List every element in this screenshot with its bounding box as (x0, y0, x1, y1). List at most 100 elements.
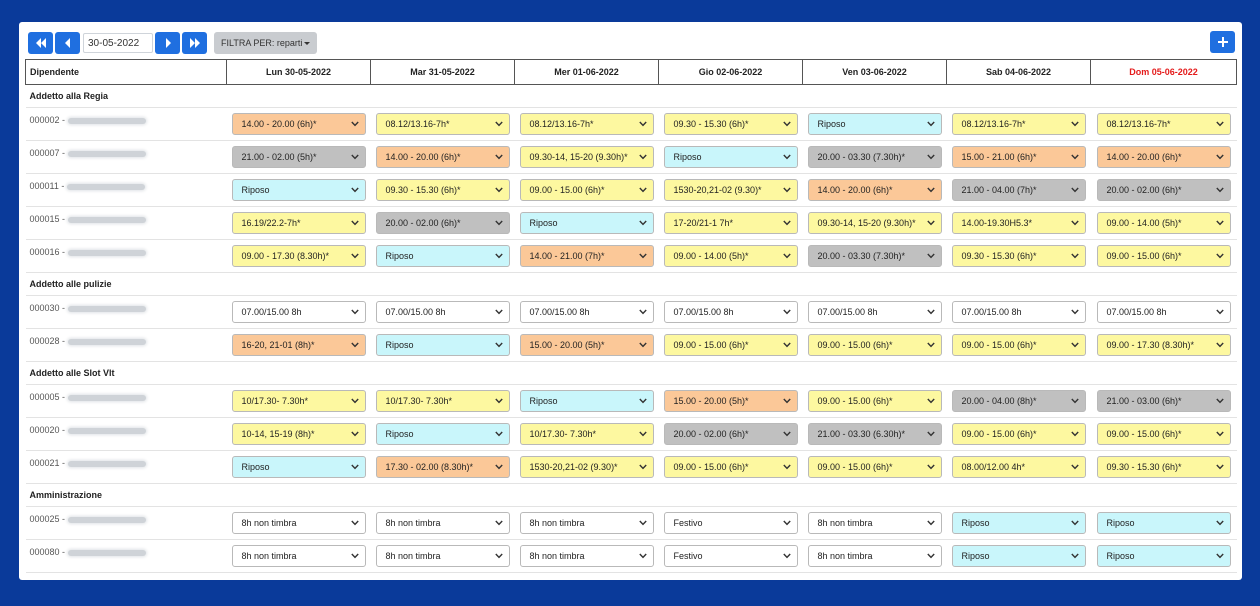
shift-select[interactable]: 16.19/22.2-7h* (231, 212, 366, 234)
shift-select[interactable]: 09.00 - 15.00 (6h)* (519, 179, 654, 201)
shift-select[interactable]: Riposo (1096, 545, 1231, 567)
shift-select[interactable]: 21.00 - 03.00 (6h)* (1096, 390, 1231, 412)
shift-select[interactable]: 8h non timbra (519, 545, 654, 567)
shift-select[interactable]: 07.00/15.00 8h (375, 301, 510, 323)
shift-select[interactable]: 20.00 - 02.00 (6h)* (663, 423, 798, 445)
shift-select[interactable]: 07.00/15.00 8h (1096, 301, 1231, 323)
shift-select[interactable]: 09.00 - 14.00 (5h)* (663, 245, 798, 267)
shift-select[interactable]: Riposo (231, 456, 366, 478)
shift-select[interactable]: 21.00 - 04.00 (7h)* (951, 179, 1086, 201)
shift-select[interactable]: 09.30 - 15.30 (6h)* (375, 179, 510, 201)
last-week-button[interactable] (182, 32, 207, 54)
shift-select[interactable]: 09.30-14, 15-20 (9.30h)* (519, 146, 654, 168)
shift-select[interactable]: 07.00/15.00 8h (231, 301, 366, 323)
shift-select[interactable]: Riposo (375, 245, 510, 267)
shift-label: Riposo (1106, 551, 1135, 561)
shift-select[interactable]: 10/17.30- 7.30h* (519, 423, 654, 445)
shift-select[interactable]: 20.00 - 03.30 (7.30h)* (807, 146, 942, 168)
shift-select[interactable]: 09.30-14, 15-20 (9.30h)* (807, 212, 942, 234)
shift-select[interactable]: 07.00/15.00 8h (807, 301, 942, 323)
shift-select[interactable]: 09.00 - 14.00 (5h)* (1096, 212, 1231, 234)
shift-select[interactable]: 15.00 - 20.00 (5h)* (519, 334, 654, 356)
shift-select[interactable]: 08.12/13.16-7h* (519, 113, 654, 135)
shift-select[interactable]: 8h non timbra (231, 545, 366, 567)
shift-select[interactable]: 8h non timbra (231, 512, 366, 534)
shift-select[interactable]: Riposo (951, 545, 1086, 567)
shift-select[interactable]: 8h non timbra (375, 512, 510, 534)
shift-select[interactable]: 17-20/21-1 7h* (663, 212, 798, 234)
shift-select[interactable]: 20.00 - 02.00 (6h)* (375, 212, 510, 234)
shift-select[interactable]: 09.00 - 15.00 (6h)* (1096, 245, 1231, 267)
shift-select[interactable]: Riposo (231, 179, 366, 201)
shift-select[interactable]: 15.00 - 21.00 (6h)* (951, 146, 1086, 168)
chevron-left-icon (64, 38, 70, 48)
chevron-down-icon (638, 309, 647, 315)
shift-select[interactable]: 07.00/15.00 8h (951, 301, 1086, 323)
shift-select[interactable]: 09.00 - 15.00 (6h)* (663, 334, 798, 356)
shift-select[interactable]: 09.30 - 15.30 (6h)* (1096, 456, 1231, 478)
shift-select[interactable]: 8h non timbra (375, 545, 510, 567)
shift-select[interactable]: Riposo (375, 334, 510, 356)
next-week-button[interactable] (155, 32, 180, 54)
shift-select[interactable]: 20.00 - 02.00 (6h)* (1096, 179, 1231, 201)
shift-select[interactable]: 09.00 - 17.30 (8.30h)* (1096, 334, 1231, 356)
shift-cell: Riposo (1090, 539, 1237, 573)
shift-select[interactable]: 07.00/15.00 8h (663, 301, 798, 323)
shift-select[interactable]: Festivo (663, 512, 798, 534)
shift-select[interactable]: 09.00 - 15.00 (6h)* (951, 423, 1086, 445)
shift-select[interactable]: Riposo (519, 212, 654, 234)
shift-select[interactable]: Riposo (1096, 512, 1231, 534)
prev-week-button[interactable] (55, 32, 80, 54)
shift-select[interactable]: 10/17.30- 7.30h* (375, 390, 510, 412)
shift-select[interactable]: 09.00 - 15.00 (6h)* (807, 334, 942, 356)
shift-select[interactable]: 09.00 - 15.00 (6h)* (663, 456, 798, 478)
shift-select[interactable]: 08.12/13.16-7h* (1096, 113, 1231, 135)
shift-select[interactable]: 10/17.30- 7.30h* (231, 390, 366, 412)
shift-select[interactable]: 09.00 - 15.00 (6h)* (807, 456, 942, 478)
shift-select[interactable]: Riposo (807, 113, 942, 135)
shift-select[interactable]: 14.00 - 20.00 (6h)* (1096, 146, 1231, 168)
shift-select[interactable]: 08.00/12.00 4h* (951, 456, 1086, 478)
shift-select[interactable]: Riposo (375, 423, 510, 445)
shift-select[interactable]: Festivo (663, 545, 798, 567)
shift-select[interactable]: 14.00 - 21.00 (7h)* (519, 245, 654, 267)
shift-select[interactable]: 15.00 - 20.00 (5h)* (663, 390, 798, 412)
shift-select[interactable]: Riposo (951, 512, 1086, 534)
shift-select[interactable]: 08.12/13.16-7h* (951, 113, 1086, 135)
shift-select[interactable]: 07.00/15.00 8h (519, 301, 654, 323)
shift-select[interactable]: 21.00 - 03.30 (6.30h)* (807, 423, 942, 445)
shift-select[interactable]: 14.00-19.30H5.3* (951, 212, 1086, 234)
shift-select[interactable]: 14.00 - 20.00 (6h)* (375, 146, 510, 168)
shift-select[interactable]: 10-14, 15-19 (8h)* (231, 423, 366, 445)
shift-select[interactable]: 09.30 - 15.30 (6h)* (663, 113, 798, 135)
date-input[interactable] (83, 33, 153, 53)
filter-dropdown-button[interactable]: FILTRA PER: reparti (214, 32, 318, 54)
first-week-button[interactable] (28, 32, 53, 54)
shift-select[interactable]: 1530-20,21-02 (9.30)* (519, 456, 654, 478)
shift-select[interactable]: 14.00 - 20.00 (6h)* (231, 113, 366, 135)
shift-select[interactable]: 09.00 - 17.30 (8.30h)* (231, 245, 366, 267)
shift-select[interactable]: 21.00 - 02.00 (5h)* (231, 146, 366, 168)
shift-select[interactable]: 20.00 - 04.00 (8h)* (951, 390, 1086, 412)
shift-cell: 10/17.30- 7.30h* (370, 384, 515, 418)
shift-select[interactable]: 20.00 - 03.30 (7.30h)* (807, 245, 942, 267)
shift-select[interactable]: Riposo (519, 390, 654, 412)
employee-code: 000080 - (29, 547, 66, 557)
employee-name-redacted (68, 394, 147, 401)
shift-select[interactable]: 09.00 - 15.00 (6h)* (807, 390, 942, 412)
shift-select[interactable]: 09.30 - 15.30 (6h)* (951, 245, 1086, 267)
shift-select[interactable]: Riposo (663, 146, 798, 168)
shift-select[interactable]: 17.30 - 02.00 (8.30h)* (375, 456, 510, 478)
shift-cell: 8h non timbra (370, 539, 515, 573)
shift-select[interactable]: 8h non timbra (807, 545, 942, 567)
shift-select[interactable]: 09.00 - 15.00 (6h)* (1096, 423, 1231, 445)
shift-select[interactable]: 09.00 - 15.00 (6h)* (951, 334, 1086, 356)
shift-select[interactable]: 8h non timbra (519, 512, 654, 534)
add-button[interactable] (1210, 31, 1235, 53)
shift-label: 10/17.30- 7.30h* (385, 396, 453, 406)
shift-select[interactable]: 14.00 - 20.00 (6h)* (807, 179, 942, 201)
shift-select[interactable]: 16-20, 21-01 (8h)* (231, 334, 366, 356)
shift-select[interactable]: 8h non timbra (807, 512, 942, 534)
shift-select[interactable]: 08.12/13.16-7h* (375, 113, 510, 135)
shift-select[interactable]: 1530-20,21-02 (9.30)* (663, 179, 798, 201)
